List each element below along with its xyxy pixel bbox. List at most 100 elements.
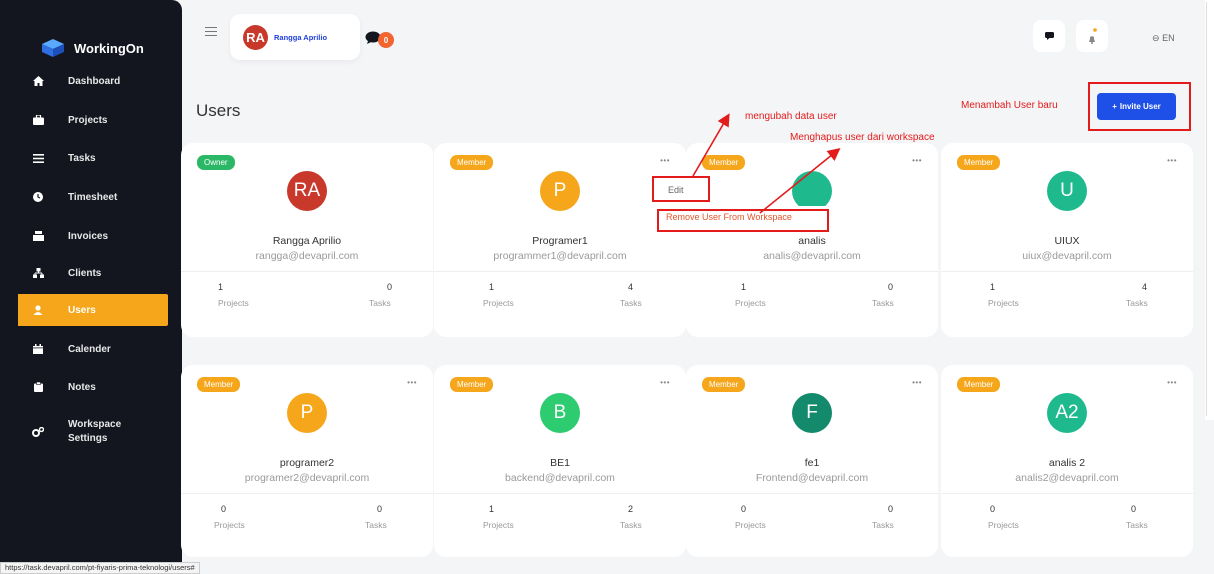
divider [941, 271, 1193, 272]
current-user-chip[interactable]: RA Rangga Aprilio [230, 14, 360, 60]
notification-button[interactable] [1076, 20, 1108, 52]
projects-count: 1 [741, 282, 747, 292]
app-name: WorkingOn [74, 40, 144, 56]
more-options-icon[interactable]: ••• [660, 378, 670, 387]
user-name: BE1 [550, 457, 570, 469]
user-email: programer2@devapril.com [244, 472, 370, 484]
annotation-box-edit [652, 176, 710, 202]
sidebar-item-label: Workspace Settings [68, 418, 121, 446]
tasks-label: Tasks [872, 520, 894, 530]
sidebar-item-notes[interactable]: Notes [20, 380, 168, 394]
sidebar-label-line1: Workspace [68, 419, 122, 430]
tasks-label: Tasks [1126, 298, 1148, 308]
sidebar-item-label: Users [68, 304, 96, 316]
role-badge: Member [702, 155, 746, 170]
sidebar-item-label: Projects [68, 114, 108, 126]
projects-label: Projects [483, 298, 514, 308]
more-options-icon[interactable]: ••• [1167, 378, 1177, 387]
tasks-count: 0 [377, 504, 383, 514]
sidebar-item-users[interactable]: Users [18, 294, 168, 326]
sidebar-item-workspace-settings[interactable]: Workspace Settings [20, 418, 168, 446]
projects-label: Projects [214, 520, 245, 530]
language-selector[interactable]: ⊖ EN [1152, 33, 1175, 44]
role-badge: Member [957, 155, 1001, 170]
app-logo[interactable]: WorkingOn [0, 0, 182, 70]
user-email: analis2@devapril.com [1015, 472, 1119, 484]
divider [181, 271, 433, 272]
sidebar-item-label: Tasks [68, 152, 96, 164]
sidebar-item-projects[interactable]: Projects [20, 113, 168, 127]
user-card: Member ••• P programer2 programer2@devap… [181, 365, 433, 557]
sidebar-item-label: Calender [68, 343, 111, 355]
user-name: UIUX [1054, 235, 1080, 247]
more-options-icon[interactable]: ••• [660, 156, 670, 165]
sidebar-item-label: Clients [68, 267, 102, 279]
page-title: Users [196, 101, 241, 120]
sidebar-item-timesheet[interactable]: Timesheet [20, 190, 168, 204]
projects-count: 0 [221, 504, 227, 514]
clients-icon [30, 266, 46, 280]
role-badge: Owner [197, 155, 235, 170]
tasks-label: Tasks [365, 520, 387, 530]
sidebar-item-dashboard[interactable]: Dashboard [20, 74, 168, 88]
avatar: B [540, 393, 580, 433]
sidebar-item-label: Invoices [68, 230, 109, 242]
role-badge: Member [702, 377, 746, 392]
user-card: Member ••• U UIUX uiux@devapril.com 1 Pr… [941, 143, 1193, 337]
tasks-count: 2 [628, 504, 634, 514]
menu-toggle-icon[interactable] [205, 27, 217, 37]
sidebar: WorkingOn Dashboard Projects Tasks Times… [0, 0, 182, 574]
more-options-icon[interactable]: ••• [407, 378, 417, 387]
more-options-icon[interactable]: ••• [912, 156, 922, 165]
logo-icon [42, 39, 64, 57]
note-icon [30, 380, 46, 394]
user-email: Frontend@devapril.com [755, 472, 869, 484]
current-user-name: Rangga Aprilio [274, 32, 328, 42]
status-bar-url: https://task.devapril.com/pt-fiyaris-pri… [0, 562, 200, 574]
avatar: RA [243, 24, 268, 50]
sidebar-label-line2: Settings [68, 433, 108, 444]
annotation-invite: Menambah User baru [961, 100, 1058, 111]
user-email: programmer1@devapril.com [493, 250, 627, 262]
projects-count: 1 [990, 282, 996, 292]
tasks-label: Tasks [369, 298, 391, 308]
sidebar-item-tasks[interactable]: Tasks [20, 151, 168, 165]
tasks-count: 0 [387, 282, 393, 292]
projects-count: 0 [741, 504, 747, 514]
divider [941, 493, 1193, 494]
user-card: Member ••• B BE1 backend@devapril.com 1 … [434, 365, 686, 557]
invoice-icon [30, 229, 46, 243]
bell-icon [1089, 28, 1097, 44]
user-name: Programer1 [532, 235, 588, 247]
divider [686, 271, 938, 272]
divider [434, 271, 686, 272]
more-options-icon[interactable]: ••• [912, 378, 922, 387]
tasks-count: 4 [628, 282, 634, 292]
projects-label: Projects [735, 298, 766, 308]
language-label: EN [1162, 33, 1175, 43]
tasks-label: Tasks [620, 520, 642, 530]
user-name: programer2 [279, 457, 335, 469]
sidebar-item-calender[interactable]: Calender [20, 342, 168, 356]
divider [181, 493, 433, 494]
user-email: analis@devapril.com [763, 250, 861, 262]
sidebar-item-invoices[interactable]: Invoices [20, 229, 168, 243]
role-badge: Member [450, 155, 494, 170]
message-icon [1044, 32, 1054, 40]
tasks-label: Tasks [1126, 520, 1148, 530]
projects-label: Projects [218, 298, 249, 308]
more-options-icon[interactable]: ••• [1167, 156, 1177, 165]
sidebar-item-clients[interactable]: Clients [20, 266, 168, 280]
user-email: backend@devapril.com [505, 472, 615, 484]
sidebar-item-label: Timesheet [68, 191, 118, 203]
message-button[interactable] [1033, 20, 1065, 52]
role-badge: Member [197, 377, 241, 392]
avatar: A2 [1047, 393, 1087, 433]
scrollbar[interactable] [1205, 0, 1214, 420]
divider [686, 493, 938, 494]
home-icon [30, 74, 46, 88]
list-icon [30, 151, 46, 165]
tasks-label: Tasks [620, 298, 642, 308]
projects-label: Projects [988, 520, 1019, 530]
invite-user-button[interactable]: + Invite User [1097, 93, 1176, 120]
